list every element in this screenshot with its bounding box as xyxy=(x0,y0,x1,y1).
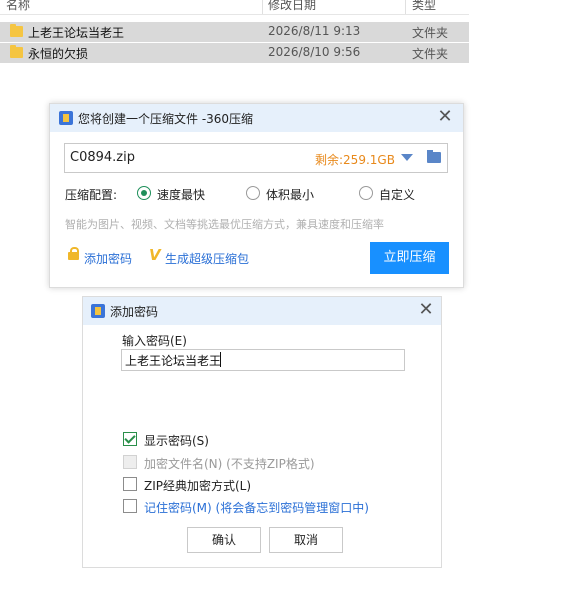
radio-size-smallest[interactable] xyxy=(246,186,260,200)
compress-dialog-titlebar[interactable]: 您将创建一个压缩文件 -360压缩 ✕ xyxy=(50,104,463,132)
super-pack-link[interactable]: 生成超级压缩包 xyxy=(165,250,249,267)
vip-icon: V xyxy=(149,246,161,264)
compress-dialog: 您将创建一个压缩文件 -360压缩 ✕ C0894.zip 剩余:259.1GB… xyxy=(49,103,464,288)
file-row[interactable]: 永恒的欠损 2026/8/10 9:56 文件夹 xyxy=(0,43,469,63)
chevron-down-icon[interactable] xyxy=(401,154,413,161)
radio-speed-fastest-label[interactable]: 速度最快 xyxy=(157,186,205,203)
ok-button[interactable]: 确认 xyxy=(187,527,261,553)
free-space-label: 剩余:259.1GB xyxy=(315,153,395,167)
file-date: 2026/8/10 9:56 xyxy=(268,45,361,59)
text-caret xyxy=(220,352,221,367)
app-logo-icon xyxy=(91,304,105,318)
folder-icon xyxy=(10,24,23,37)
add-password-dialog: 添加密码 ✕ 输入密码(E) 上老王论坛当老王 显示密码(S) 加密文件名(N)… xyxy=(82,296,442,568)
file-type: 文件夹 xyxy=(412,47,449,61)
compress-hint-text: 智能为图片、视频、文档等挑选最优压缩方式，兼具速度和压缩率 xyxy=(65,218,384,231)
app-logo-icon xyxy=(59,111,73,125)
cancel-button[interactable]: 取消 xyxy=(269,527,343,553)
password-input[interactable]: 上老王论坛当老王 xyxy=(121,349,405,371)
close-icon[interactable]: ✕ xyxy=(416,300,436,320)
lock-icon xyxy=(68,247,79,260)
password-input-label: 输入密码(E) xyxy=(122,334,187,348)
column-header-row: 名称 修改日期 类型 xyxy=(0,0,469,15)
archive-path-field[interactable]: C0894.zip 剩余:259.1GB xyxy=(64,143,448,173)
column-divider[interactable] xyxy=(262,0,263,14)
archive-filename[interactable]: C0894.zip xyxy=(70,150,135,165)
close-icon[interactable]: ✕ xyxy=(435,107,455,127)
encrypt-filenames-checkbox[interactable] xyxy=(123,455,137,469)
password-dialog-title: 添加密码 xyxy=(110,305,159,319)
file-date: 2026/8/11 9:13 xyxy=(268,24,361,38)
file-row[interactable]: 上老王论坛当老王 2026/8/11 9:13 文件夹 xyxy=(0,22,469,42)
column-date[interactable]: 修改日期 xyxy=(268,0,316,13)
browse-folder-icon[interactable] xyxy=(427,150,441,163)
column-divider[interactable] xyxy=(405,0,406,14)
file-explorer-list: 名称 修改日期 类型 上老王论坛当老王 2026/8/11 9:13 文件夹 永… xyxy=(0,0,469,64)
column-name[interactable]: 名称 xyxy=(6,0,30,13)
compress-dialog-title: 您将创建一个压缩文件 -360压缩 xyxy=(78,112,254,126)
zip-classic-encryption-checkbox[interactable] xyxy=(123,477,137,491)
column-type[interactable]: 类型 xyxy=(412,0,436,13)
password-dialog-titlebar[interactable]: 添加密码 ✕ xyxy=(83,297,441,325)
file-type: 文件夹 xyxy=(412,26,449,40)
file-name: 永恒的欠损 xyxy=(28,47,89,61)
radio-custom-label[interactable]: 自定义 xyxy=(379,186,415,203)
compress-now-button[interactable]: 立即压缩 xyxy=(370,242,449,274)
folder-icon xyxy=(10,45,23,58)
zip-classic-encryption-label[interactable]: ZIP经典加密方式(L) xyxy=(144,477,251,494)
remember-password-label[interactable]: 记住密码(M) (将会备忘到密码管理窗口中) xyxy=(144,499,369,516)
radio-custom[interactable] xyxy=(359,186,373,200)
show-password-checkbox[interactable] xyxy=(123,432,137,446)
add-password-link[interactable]: 添加密码 xyxy=(84,250,132,267)
encrypt-filenames-label: 加密文件名(N) (不支持ZIP格式) xyxy=(144,457,315,471)
compress-config-label: 压缩配置: xyxy=(65,188,118,202)
radio-speed-fastest[interactable] xyxy=(137,186,151,200)
show-password-label[interactable]: 显示密码(S) xyxy=(144,432,209,449)
radio-size-smallest-label[interactable]: 体积最小 xyxy=(266,186,314,203)
remember-password-checkbox[interactable] xyxy=(123,499,137,513)
file-name: 上老王论坛当老王 xyxy=(28,26,125,40)
